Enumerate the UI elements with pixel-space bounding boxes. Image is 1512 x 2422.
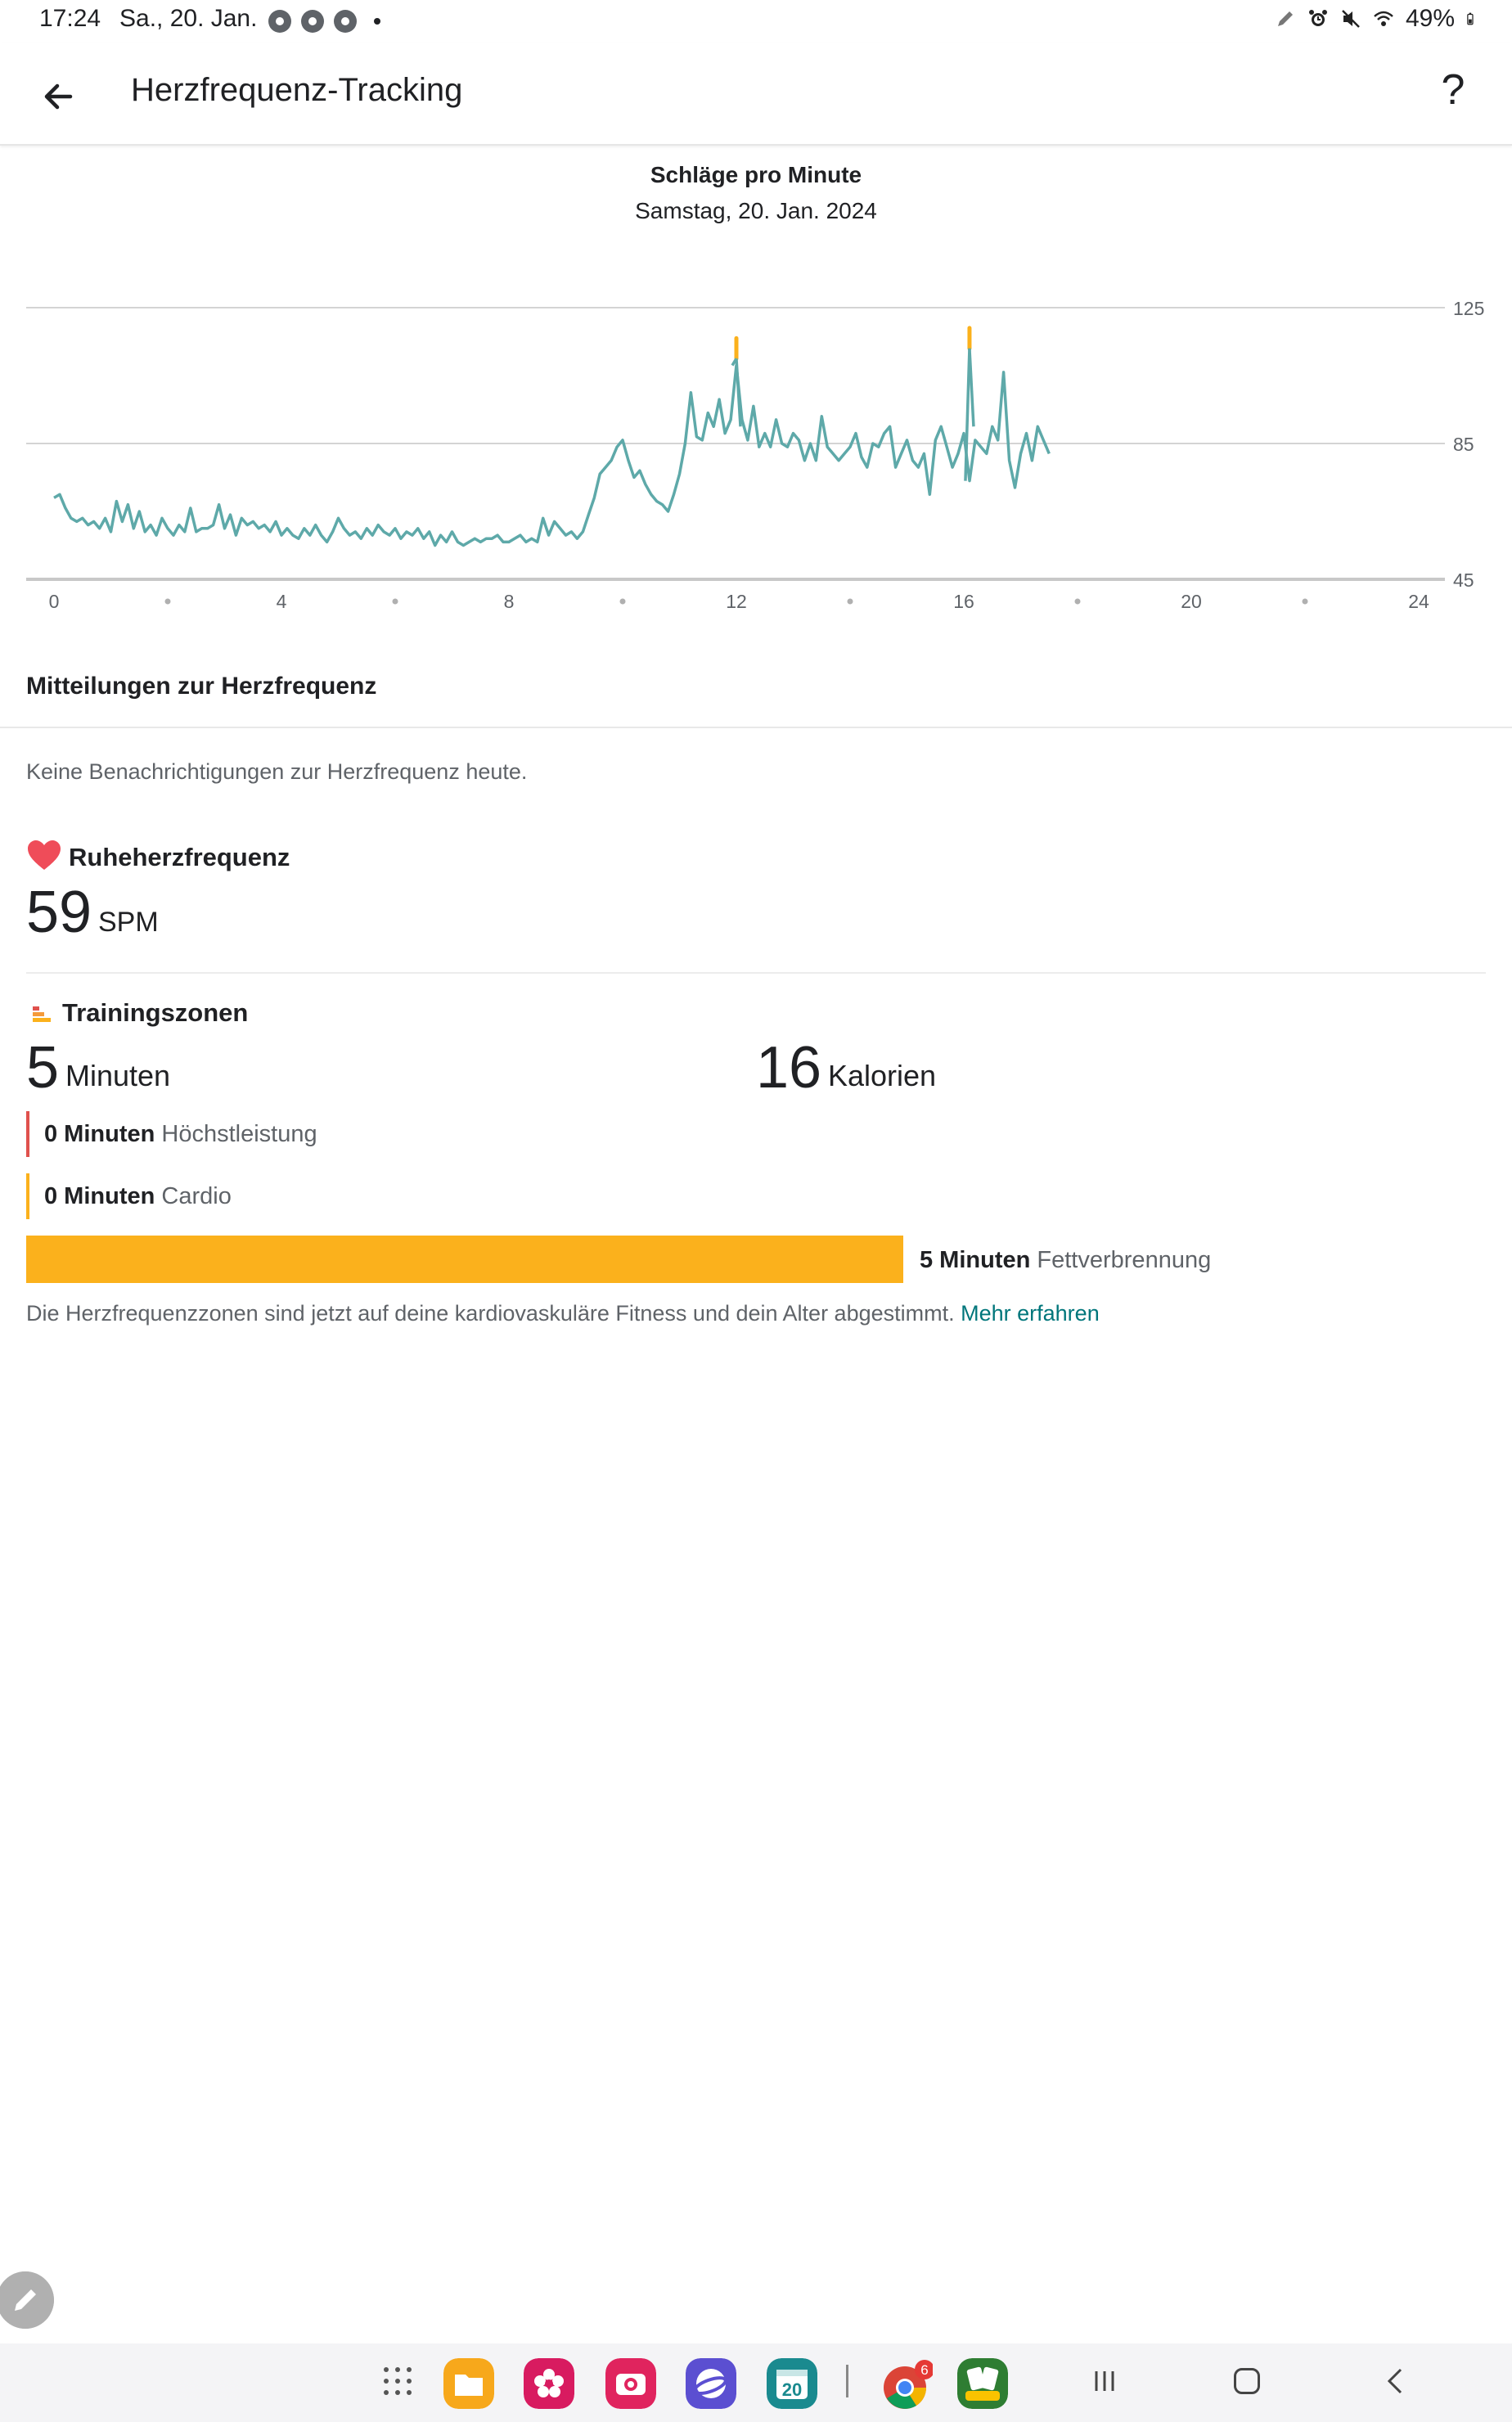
status-date: Sa., 20. Jan. — [119, 5, 258, 32]
x-tick-label: 4 — [277, 591, 287, 612]
x-minor-tick-dot — [392, 598, 398, 605]
page-title: Herzfrequenz-Tracking — [131, 72, 463, 108]
zone-peak-marker — [26, 1111, 29, 1157]
nav-back-icon[interactable] — [1381, 2366, 1411, 2396]
chrome-app-icon[interactable]: 6 — [880, 2360, 933, 2412]
x-minor-tick-dot — [619, 598, 626, 605]
zone-peak-label: Höchstleistung — [161, 1121, 317, 1147]
home-button-icon[interactable] — [1234, 2368, 1260, 2394]
heart-rate-line — [53, 363, 1051, 547]
zone-cardio-marker — [26, 1173, 29, 1219]
training-zones-icon — [33, 1006, 51, 1022]
x-tick-label: 0 — [49, 591, 60, 612]
zone-calories-value: 16 — [756, 1035, 822, 1101]
edit-pencil-icon[interactable] — [0, 2271, 54, 2329]
back-arrow-icon[interactable] — [33, 70, 85, 123]
resting-hr-value: 59 — [26, 880, 92, 945]
internet-app-icon[interactable] — [686, 2358, 736, 2409]
chrome-notification-icon — [301, 10, 324, 33]
alarm-icon — [1308, 10, 1327, 26]
recent-apps-icon[interactable] — [1090, 2366, 1119, 2396]
zones-footnote-text: Die Herzfrequenzzonen sind jetzt auf dei… — [26, 1301, 955, 1326]
app-bar: Herzfrequenz-Tracking ? — [0, 43, 1512, 146]
training-zones-heading: Trainingszonen — [62, 998, 249, 1027]
resting-hr-heading: Ruheherzfrequenz — [69, 843, 290, 871]
zone-cardio-text: 0 Minuten Cardio — [44, 1183, 232, 1210]
zone-peak-text: 0 Minuten Höchstleistung — [44, 1121, 317, 1148]
battery-percent: 49% — [1405, 5, 1455, 32]
chart-title: Schläge pro Minute — [650, 162, 862, 187]
x-tick-label: 8 — [504, 591, 515, 612]
gallery-app-icon[interactable] — [524, 2358, 574, 2409]
zone-fat-burn-bar — [26, 1236, 903, 1283]
x-minor-tick-dot — [847, 598, 853, 605]
mute-icon — [1342, 10, 1360, 28]
dock-divider — [846, 2365, 848, 2397]
pen-icon — [1277, 11, 1293, 26]
heart-rate-spike — [735, 358, 742, 427]
chrome-notification-icon — [268, 10, 291, 33]
status-bar: 17:24 Sa., 20. Jan. 49% — [0, 0, 1512, 43]
status-time: 17:24 — [39, 5, 101, 32]
learn-more-link[interactable]: Mehr erfahren — [961, 1301, 1100, 1326]
divider — [0, 727, 1512, 728]
divider — [26, 972, 1486, 974]
zones-footnote: Die Herzfrequenzzonen sind jetzt auf dei… — [26, 1301, 1100, 1326]
calendar-app-icon[interactable]: 20 — [767, 2358, 817, 2409]
camera-app-icon[interactable] — [605, 2358, 656, 2409]
x-minor-tick-dot — [164, 598, 171, 605]
chrome-badge: 6 — [920, 2362, 928, 2378]
app-drawer-icon[interactable] — [381, 2365, 414, 2397]
resting-hr-unit: SPM — [98, 907, 159, 938]
zone-fat-burn-label: Fettverbrennung — [1037, 1247, 1212, 1273]
help-button[interactable]: ? — [1427, 64, 1479, 116]
x-tick-label: 12 — [726, 591, 747, 612]
chart-subtitle: Samstag, 20. Jan. 2024 — [635, 198, 877, 223]
more-notifications-dot — [374, 18, 380, 25]
x-tick-label: 16 — [953, 591, 974, 612]
status-icons: 49% — [1275, 5, 1479, 33]
y-tick-label: 45 — [1453, 569, 1474, 591]
heart-rate-spike — [968, 348, 975, 427]
zone-fat-burn-text: 5 Minuten Fettverbrennung — [920, 1247, 1211, 1274]
wifi-icon — [1374, 11, 1393, 26]
y-tick-label: 85 — [1453, 434, 1474, 455]
zone-cardio-label: Cardio — [161, 1183, 232, 1209]
heart-rate-spike — [964, 348, 971, 481]
heart-rate-chart[interactable]: 45 85 125 0 4 8 12 16 20 24 — [0, 270, 1512, 630]
solitaire-app-icon[interactable] — [957, 2358, 1008, 2409]
calendar-day: 20 — [782, 2379, 802, 2400]
heart-icon — [28, 840, 61, 870]
zone-minutes-value: 5 — [26, 1035, 60, 1101]
zone-calories-unit: Kalorien — [828, 1059, 937, 1092]
navigation-bar — [0, 2343, 1512, 2422]
notifications-heading: Mitteilungen zur Herzfrequenz — [26, 673, 377, 700]
y-tick-label: 125 — [1453, 298, 1484, 319]
battery-icon — [1467, 12, 1474, 25]
chrome-notification-icon — [334, 10, 357, 33]
zone-minutes-unit: Minuten — [65, 1059, 171, 1092]
zone-cardio-minutes: 0 Minuten — [44, 1183, 155, 1209]
files-app-icon[interactable] — [443, 2358, 494, 2409]
x-minor-tick-dot — [1074, 598, 1081, 605]
notifications-empty-text: Keine Benachrichtigungen zur Herzfrequen… — [26, 759, 528, 784]
x-minor-tick-dot — [1302, 598, 1308, 605]
x-tick-label: 24 — [1408, 591, 1429, 612]
zone-fat-burn-minutes: 5 Minuten — [920, 1247, 1031, 1273]
x-tick-label: 20 — [1181, 591, 1202, 612]
zone-peak-minutes: 0 Minuten — [44, 1121, 155, 1147]
